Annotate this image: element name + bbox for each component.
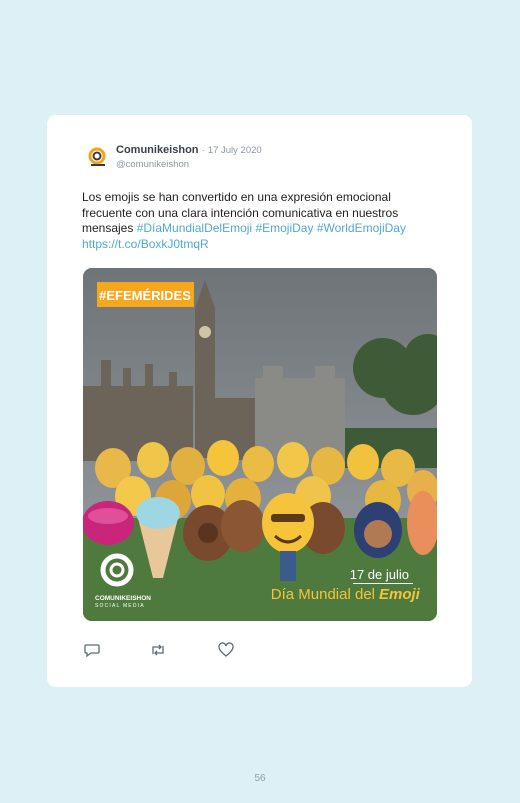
tweet-text: Los emojis se han convertido en una expr… xyxy=(82,190,442,252)
tweet-card: Comunikeishon · 17 July 2020 @comunikeis… xyxy=(47,115,472,687)
like-button[interactable] xyxy=(217,641,235,659)
header-separator: · xyxy=(201,145,205,156)
reply-icon xyxy=(84,644,100,658)
emoji-day-image: #EFEMÉRIDES COMUNIKEISHON SOCIAL MEDIA 1… xyxy=(83,268,437,621)
logo-subtext: SOCIAL MEDIA xyxy=(95,603,145,609)
short-link[interactable]: https://t.co/BoxkJ0tmqR xyxy=(82,237,209,251)
event-prefix: Día Mundial del xyxy=(271,586,375,603)
logo-text: COMUNIKEISHON xyxy=(95,595,151,602)
tweet-media[interactable]: #EFEMÉRIDES COMUNIKEISHON SOCIAL MEDIA 1… xyxy=(83,268,437,621)
hashtag-link[interactable]: #EmojiDay xyxy=(255,221,313,235)
event-word: Emoji xyxy=(379,586,421,603)
heart-icon xyxy=(218,642,234,657)
page-number: 56 xyxy=(254,773,266,784)
date-line: 17 de julio xyxy=(350,567,409,582)
retweet-icon xyxy=(152,644,164,656)
tweet-date[interactable]: 17 July 2020 xyxy=(208,145,262,156)
author-line: Comunikeishon · 17 July 2020 xyxy=(116,144,262,156)
efemerides-badge: #EFEMÉRIDES xyxy=(99,288,191,303)
avatar[interactable] xyxy=(87,146,109,168)
tweet-header: Comunikeishon · 17 July 2020 @comunikeis… xyxy=(87,144,447,184)
tweet-actions xyxy=(83,641,283,659)
author-name[interactable]: Comunikeishon xyxy=(116,144,199,156)
comunikeishon-logo-icon xyxy=(88,147,106,166)
retweet-button[interactable] xyxy=(149,641,167,659)
author-handle[interactable]: @comunikeishon xyxy=(116,159,189,170)
hashtag-link[interactable]: #DíaMundialDelEmoji xyxy=(137,221,252,235)
clock-face xyxy=(199,326,211,338)
reply-button[interactable] xyxy=(83,641,101,659)
hashtag-link[interactable]: #WorldEmojiDay xyxy=(317,221,406,235)
